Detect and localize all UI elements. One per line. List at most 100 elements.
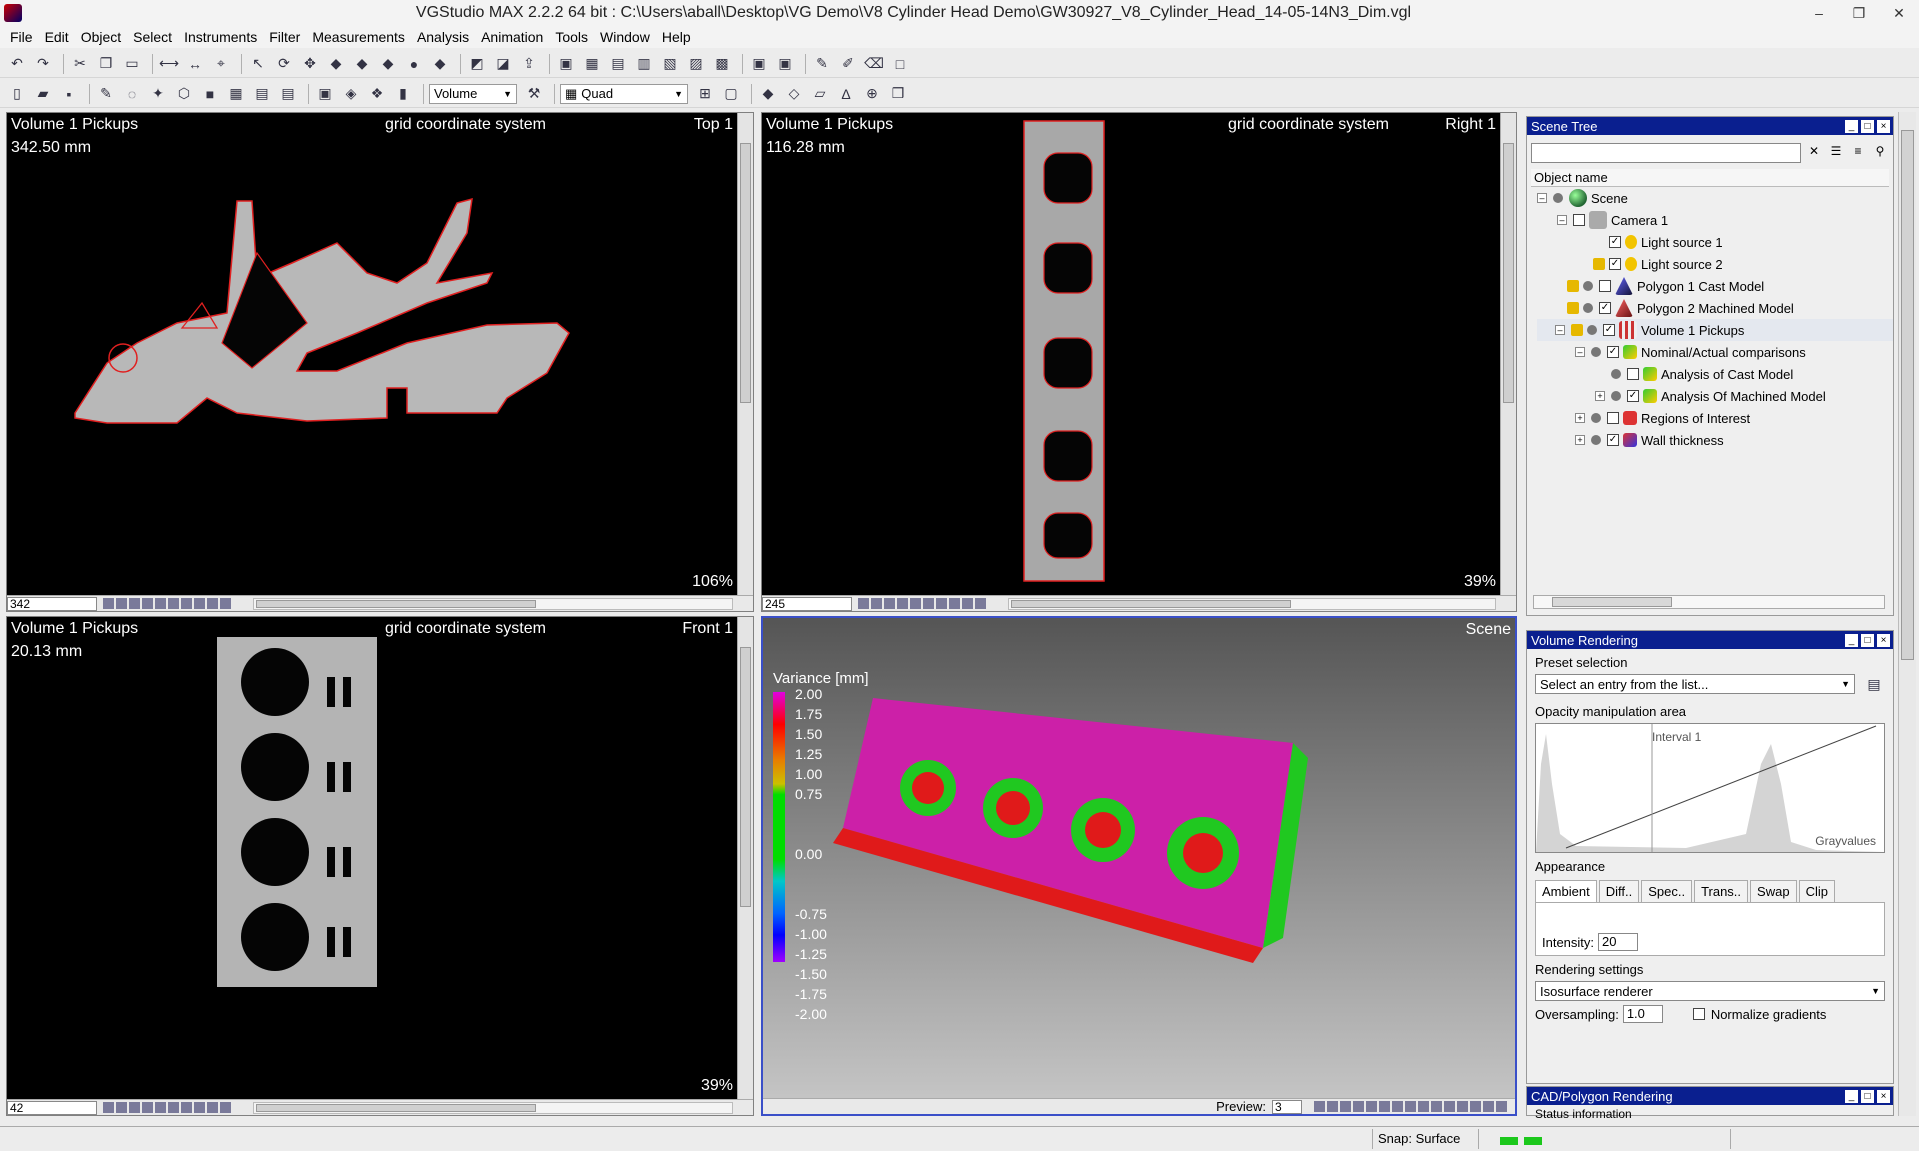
panel-float-icon[interactable]: □ bbox=[1861, 1089, 1874, 1103]
pointer-icon[interactable]: ↖ bbox=[247, 53, 269, 75]
checkbox-checked[interactable]: ✓ bbox=[1627, 390, 1639, 402]
rotate-icon[interactable]: ⟳ bbox=[273, 53, 295, 75]
copy-icon[interactable]: ❐ bbox=[95, 53, 117, 75]
polyline-icon[interactable]: ✎ bbox=[95, 83, 117, 105]
slice-input[interactable]: 42 bbox=[7, 1100, 97, 1115]
save-icon[interactable]: ▪ bbox=[58, 83, 80, 105]
plane2-icon[interactable]: ◇ bbox=[783, 83, 805, 105]
horizontal-scrollbar[interactable] bbox=[253, 597, 733, 610]
lock-icon[interactable] bbox=[1567, 280, 1579, 292]
dock-scrollbar[interactable] bbox=[1898, 112, 1916, 1116]
pick-icon[interactable]: ⌖ bbox=[210, 53, 232, 75]
preset-select[interactable]: Select an entry from the list... ▼ bbox=[1535, 674, 1855, 694]
zoom-region-icon[interactable]: ⊞ bbox=[694, 83, 716, 105]
sphere-icon[interactable]: ● bbox=[403, 53, 425, 75]
panel-float-icon[interactable]: □ bbox=[1861, 119, 1874, 133]
wand-icon[interactable]: ✦ bbox=[147, 83, 169, 105]
open-folder-icon[interactable]: ▰ bbox=[32, 83, 54, 105]
panel-minimize-icon[interactable]: _ bbox=[1845, 633, 1858, 647]
visibility-icon[interactable] bbox=[1611, 369, 1621, 379]
layer-b-icon[interactable]: ▤ bbox=[277, 83, 299, 105]
unmark-icon[interactable]: ◪ bbox=[492, 53, 514, 75]
grid-icon[interactable]: ▦ bbox=[581, 53, 603, 75]
tab-swap[interactable]: Swap bbox=[1750, 880, 1797, 902]
horizontal-scrollbar[interactable] bbox=[1008, 597, 1496, 610]
segment-x-icon[interactable]: ◆ bbox=[429, 53, 451, 75]
viewport-right[interactable]: Volume 1 Pickups 116.28 mm grid coordina… bbox=[761, 112, 1517, 612]
viewport-scene[interactable]: Scene Variance [mm] 2.00 1.75 1.50 1.25 … bbox=[761, 616, 1517, 1116]
checkbox[interactable] bbox=[1599, 280, 1611, 292]
checkbox-checked[interactable]: ✓ bbox=[1609, 258, 1621, 270]
menu-analysis[interactable]: Analysis bbox=[411, 29, 475, 45]
pen-icon[interactable]: ✐ bbox=[837, 53, 859, 75]
preset-save-icon[interactable]: ▤ bbox=[1863, 673, 1885, 695]
cube-view-icon[interactable]: ❒ bbox=[887, 83, 909, 105]
tree-item-scene[interactable]: – Scene bbox=[1537, 187, 1893, 209]
menu-object[interactable]: Object bbox=[75, 29, 127, 45]
menu-window[interactable]: Window bbox=[594, 29, 656, 45]
segment-sub-icon[interactable]: ◆ bbox=[377, 53, 399, 75]
stack-icon[interactable]: ▣ bbox=[748, 53, 770, 75]
collapse-icon[interactable]: – bbox=[1575, 347, 1585, 357]
checkbox-checked[interactable]: ✓ bbox=[1607, 346, 1619, 358]
volume-select[interactable]: Volume ▼ bbox=[429, 83, 517, 104]
tab-ambient[interactable]: Ambient bbox=[1535, 880, 1597, 902]
3d-select-icon[interactable]: ⬡ bbox=[173, 83, 195, 105]
redo-icon[interactable]: ↷ bbox=[32, 53, 54, 75]
minimize-button[interactable]: – bbox=[1799, 5, 1839, 21]
expand-icon[interactable]: + bbox=[1595, 391, 1605, 401]
measure-icon[interactable]: ⟷ bbox=[158, 53, 180, 75]
scrollbar-thumb[interactable] bbox=[740, 143, 751, 403]
dx-icon[interactable]: Δ bbox=[835, 83, 857, 105]
tab-diffuse[interactable]: Diff.. bbox=[1598, 880, 1640, 902]
oversampling-stepper[interactable]: 1.0 bbox=[1622, 1005, 1663, 1023]
undo-icon[interactable]: ↶ bbox=[6, 53, 28, 75]
tab-transparency[interactable]: Trans.. bbox=[1694, 880, 1749, 902]
visibility-icon[interactable] bbox=[1587, 325, 1597, 335]
segment-icon[interactable]: ◆ bbox=[325, 53, 347, 75]
tree-item-nominal-actual[interactable]: – ✓ Nominal/Actual comparisons bbox=[1537, 341, 1893, 363]
stack2-icon[interactable]: ▣ bbox=[774, 53, 796, 75]
tree-item-wall-thickness[interactable]: + ✓ Wall thickness bbox=[1537, 429, 1893, 451]
tree-item-camera[interactable]: – Camera 1 bbox=[1537, 209, 1893, 231]
checkbox[interactable] bbox=[1627, 368, 1639, 380]
viewport-tool-icons[interactable] bbox=[103, 1102, 233, 1113]
expand-icon[interactable]: + bbox=[1575, 413, 1585, 423]
collapse-icon[interactable]: – bbox=[1557, 215, 1567, 225]
volume-icon[interactable]: ▣ bbox=[314, 83, 336, 105]
expand-all-icon[interactable]: ☰ bbox=[1827, 144, 1845, 162]
panel-minimize-icon[interactable]: _ bbox=[1845, 119, 1858, 133]
horizontal-scrollbar[interactable] bbox=[1533, 595, 1885, 609]
panel-close-icon[interactable]: × bbox=[1877, 1089, 1890, 1103]
menu-help[interactable]: Help bbox=[656, 29, 697, 45]
visibility-icon[interactable] bbox=[1591, 413, 1601, 423]
scrollbar-thumb[interactable] bbox=[740, 647, 751, 907]
visibility-icon[interactable] bbox=[1583, 281, 1593, 291]
move-icon[interactable]: ✥ bbox=[299, 53, 321, 75]
tree-item-polygon-2[interactable]: ✓ Polygon 2 Machined Model bbox=[1537, 297, 1893, 319]
mark-icon[interactable]: ◩ bbox=[466, 53, 488, 75]
tree-item-light-2[interactable]: ✓ Light source 2 bbox=[1537, 253, 1893, 275]
viewport-tool-icons[interactable] bbox=[103, 598, 233, 609]
tree-search-input[interactable] bbox=[1531, 143, 1801, 163]
menu-measurements[interactable]: Measurements bbox=[306, 29, 411, 45]
histogram-icon[interactable]: ▮ bbox=[392, 83, 414, 105]
frame-icon[interactable]: ▢ bbox=[720, 83, 742, 105]
menu-select[interactable]: Select bbox=[127, 29, 178, 45]
wrench-icon[interactable]: ⚒ bbox=[523, 83, 545, 105]
layers-icon[interactable]: ◈ bbox=[340, 83, 362, 105]
tree-item-regions[interactable]: + Regions of Interest bbox=[1537, 407, 1893, 429]
panel-close-icon[interactable]: × bbox=[1877, 633, 1890, 647]
collapse-icon[interactable]: – bbox=[1537, 193, 1547, 203]
scrollbar-thumb[interactable] bbox=[1552, 597, 1672, 607]
visibility-icon[interactable] bbox=[1553, 193, 1563, 203]
checkbox[interactable] bbox=[1573, 214, 1585, 226]
scrollbar-thumb[interactable] bbox=[1011, 599, 1291, 608]
collapse-icon[interactable]: – bbox=[1555, 325, 1565, 335]
menu-instruments[interactable]: Instruments bbox=[178, 29, 263, 45]
plane-icon[interactable]: ◆ bbox=[757, 83, 779, 105]
blank-icon[interactable]: □ bbox=[889, 53, 911, 75]
distance-icon[interactable]: ↔ bbox=[184, 53, 206, 75]
tree-item-analysis-machined[interactable]: + ✓ Analysis Of Machined Model bbox=[1537, 385, 1893, 407]
scrollbar-thumb[interactable] bbox=[256, 1103, 536, 1112]
